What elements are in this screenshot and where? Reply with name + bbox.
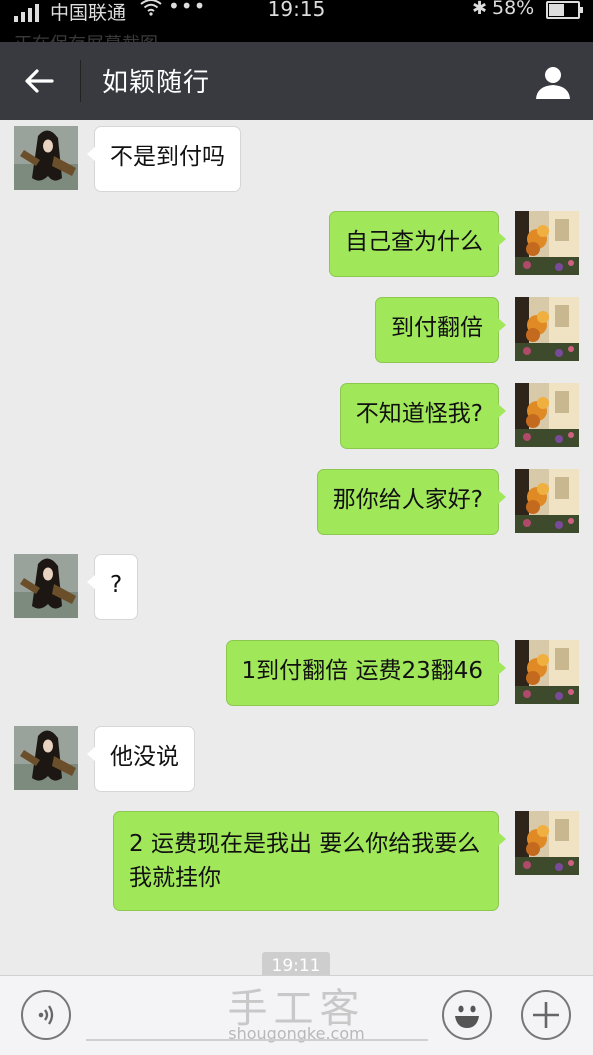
bluetooth-icon: ✱ xyxy=(472,0,488,19)
status-bar: 中国联通 ••• 19:15 ✱ 58% 正在保存屏幕截图... xyxy=(0,0,593,55)
emoji-icon[interactable] xyxy=(442,990,492,1040)
sent-message-bubble[interactable]: 1到付翻倍 运费23翻46 xyxy=(225,640,507,706)
sent-message-bubble[interactable]: 2 运费现在是我出 要么你给我要么我就挂你 xyxy=(113,811,506,911)
my-avatar[interactable] xyxy=(515,811,579,875)
sent-message-bubble[interactable]: 自己查为什么 xyxy=(329,211,506,277)
contact-avatar[interactable] xyxy=(14,554,78,618)
sent-message-bubble[interactable]: 到付翻倍 xyxy=(375,297,506,363)
chat-header: 如颖随行 xyxy=(0,42,593,120)
my-avatar[interactable] xyxy=(515,640,579,704)
my-avatar[interactable] xyxy=(515,297,579,361)
battery-percent: 58% xyxy=(492,0,535,19)
back-arrow-icon[interactable] xyxy=(22,64,56,98)
my-avatar[interactable] xyxy=(515,211,579,275)
received-message-bubble[interactable]: 不是到付吗 xyxy=(87,126,241,192)
sent-message-bubble[interactable]: 那你给人家好? xyxy=(316,469,507,535)
received-message-bubble[interactable]: ? xyxy=(86,554,139,620)
contact-avatar[interactable] xyxy=(14,126,78,190)
profile-icon[interactable] xyxy=(533,62,573,102)
input-bar: 手工客 shougongke.com xyxy=(0,975,593,1055)
sent-message-bubble[interactable]: 不知道怪我? xyxy=(339,383,507,449)
chat-title: 如颖随行 xyxy=(102,68,211,98)
more-plus-icon[interactable] xyxy=(521,990,571,1040)
text-input-underline[interactable] xyxy=(86,1039,428,1041)
received-message-bubble[interactable]: 他没说 xyxy=(87,726,195,792)
voice-input-icon[interactable] xyxy=(21,990,71,1040)
contact-avatar[interactable] xyxy=(14,726,78,790)
header-divider xyxy=(80,60,81,102)
my-avatar[interactable] xyxy=(515,383,579,447)
my-avatar[interactable] xyxy=(515,469,579,533)
battery-icon xyxy=(546,1,583,19)
